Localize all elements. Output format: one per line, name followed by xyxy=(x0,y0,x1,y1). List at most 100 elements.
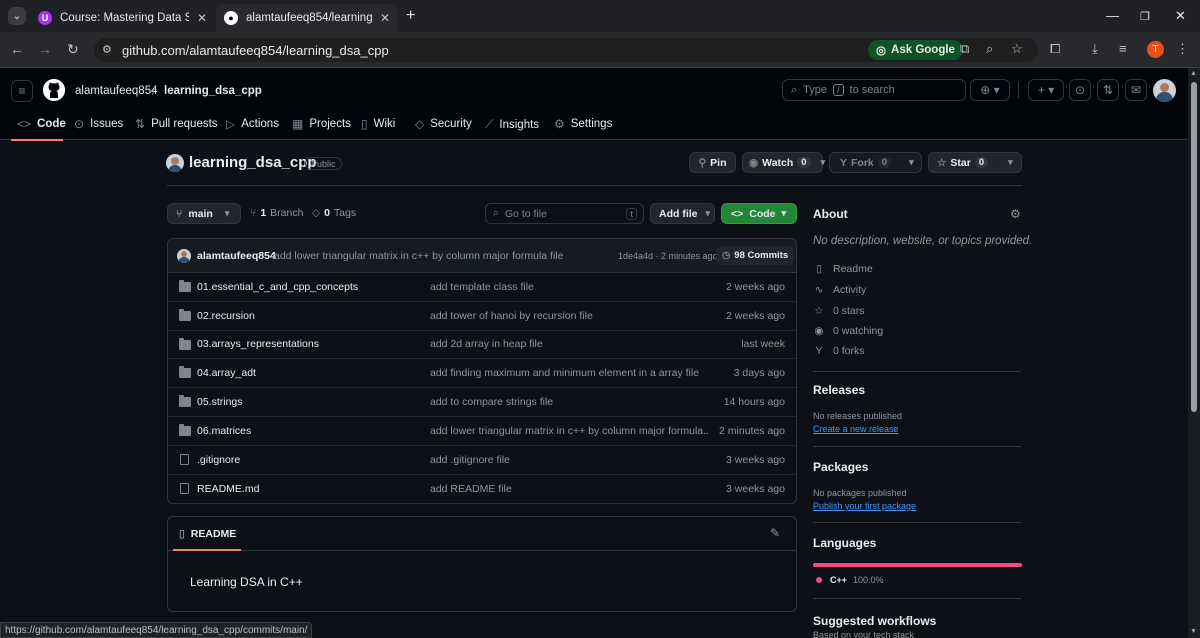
about-item[interactable]: Y 0 forks xyxy=(813,345,864,357)
commit-author[interactable]: alamtaufeeq854 xyxy=(197,250,276,262)
about-item[interactable]: ▯ Readme xyxy=(813,263,873,275)
minimize-icon[interactable]: — xyxy=(1106,8,1119,23)
file-name-link[interactable]: 06.matrices xyxy=(197,425,251,437)
pin-button[interactable]: ⚲ Pin xyxy=(689,152,736,173)
menu-icon[interactable]: ⋮ xyxy=(1176,41,1189,57)
profile-avatar[interactable]: T xyxy=(1147,41,1164,58)
back-icon[interactable]: ← xyxy=(10,41,24,57)
browser-tab-course[interactable]: U Course: Mastering Data Structu ✕ xyxy=(30,4,215,32)
readme-tab[interactable]: ▯ README xyxy=(179,528,236,540)
tab-settings[interactable]: ⚙ Settings xyxy=(554,117,612,131)
user-avatar[interactable] xyxy=(1153,79,1176,102)
file-row[interactable]: 03.arrays_representations add 2d array in… xyxy=(168,331,796,360)
forward-icon[interactable]: → xyxy=(38,41,52,57)
tab-search-button[interactable]: ⌄ xyxy=(8,7,26,25)
restore-icon[interactable]: ❐ xyxy=(1140,10,1150,23)
install-icon[interactable]: ⧉ xyxy=(960,41,969,57)
fork-button[interactable]: Y Fork 0 ▾ xyxy=(829,152,922,173)
close-icon[interactable]: ✕ xyxy=(197,11,207,25)
reload-icon[interactable]: ↻ xyxy=(67,41,79,58)
bookmark-star-icon[interactable]: ☆ xyxy=(1011,41,1023,57)
file-commit-message[interactable]: add .gitignore file xyxy=(430,454,510,466)
close-icon[interactable]: ✕ xyxy=(380,11,390,25)
code-button[interactable]: <> Code ▾ xyxy=(721,203,797,224)
scrollbar-thumb[interactable] xyxy=(1191,82,1197,412)
file-commit-message[interactable]: add finding maximum and minimum element … xyxy=(430,367,699,379)
file-name-link[interactable]: 01.essential_c_and_cpp_concepts xyxy=(197,281,358,293)
site-info-icon[interactable]: ⚙ xyxy=(102,43,112,56)
file-commit-message[interactable]: add 2d array in heap file xyxy=(430,338,543,350)
browser-tab-github[interactable]: ● alamtaufeeq854/learning_dsa_c ✕ xyxy=(216,4,398,32)
scroll-down-icon[interactable]: ▼ xyxy=(1190,628,1197,635)
commit-message[interactable]: add lower triangular matrix in c++ by co… xyxy=(274,250,563,262)
window-close-icon[interactable]: ✕ xyxy=(1175,8,1186,24)
edit-pencil-icon[interactable]: ✎ xyxy=(770,526,780,540)
hamburger-menu-icon[interactable]: ≡ xyxy=(11,80,33,102)
commit-meta[interactable]: 1de4a4d · 2 minutes ago xyxy=(618,251,718,261)
about-item[interactable]: ∿ Activity xyxy=(813,284,867,296)
scroll-up-icon[interactable]: ▲ xyxy=(1190,70,1197,77)
file-row[interactable]: 05.strings add to compare strings file 14 … xyxy=(168,388,796,417)
file-commit-message[interactable]: add to compare strings file xyxy=(430,396,553,408)
packages-heading[interactable]: Packages xyxy=(813,460,868,474)
star-button[interactable]: ☆ Star 0 ▾ xyxy=(928,152,1022,173)
tab-issues[interactable]: ⊙ Issues xyxy=(74,117,123,131)
file-commit-message[interactable]: add lower triangular matrix in c++ by co… xyxy=(430,425,708,437)
file-name-link[interactable]: 05.strings xyxy=(197,396,243,408)
file-name-link[interactable]: 02.recursion xyxy=(197,310,255,322)
extensions-icon[interactable]: ⧠ xyxy=(1050,41,1060,57)
zoom-icon[interactable]: ⌕ xyxy=(986,41,993,57)
file-name-link[interactable]: 03.arrays_representations xyxy=(197,338,319,350)
go-to-file-input[interactable]: ⌕ Go to file t xyxy=(485,203,644,224)
repo-owner-link[interactable]: alamtaufeeq854 xyxy=(75,85,157,97)
file-name-link[interactable]: README.md xyxy=(197,483,259,495)
tab-code[interactable]: <> Code xyxy=(17,117,66,131)
file-row[interactable]: 02.recursion add tower of hanoi by recurs… xyxy=(168,302,796,331)
file-row[interactable]: 04.array_adt add finding maximum and mini… xyxy=(168,359,796,389)
search-input[interactable]: ⌕ Type / to search xyxy=(782,79,966,101)
branches-link[interactable]: ⑂ 1 Branch xyxy=(250,207,303,219)
commits-history-button[interactable]: ◷ 98 Commits xyxy=(716,246,795,265)
file-commit-message[interactable]: add tower of hanoi by recursion file xyxy=(430,310,593,322)
language-item[interactable]: C++ 100.0% xyxy=(816,575,884,585)
new-tab-button[interactable]: + xyxy=(406,7,415,25)
file-row[interactable]: .gitignore add .gitignore file 3 weeks ago xyxy=(168,446,796,475)
file-commit-message[interactable]: add README file xyxy=(430,483,512,495)
inbox-icon[interactable]: ✉ xyxy=(1125,79,1147,101)
ask-google-button[interactable]: ◎ Ask Google xyxy=(868,40,963,60)
file-row[interactable]: 01.essential_c_and_cpp_concepts add templ… xyxy=(168,273,796,302)
file-row[interactable]: 06.matrices add lower triangular matrix i… xyxy=(168,417,796,446)
github-logo-icon[interactable] xyxy=(43,79,65,101)
publish-package-link[interactable]: Publish your first package xyxy=(813,501,916,511)
add-file-button[interactable]: Add file ▾ xyxy=(650,203,715,224)
releases-heading[interactable]: Releases xyxy=(813,383,865,397)
file-name-link[interactable]: .gitignore xyxy=(197,454,240,466)
create-new-button[interactable]: + ▾ xyxy=(1028,79,1064,101)
about-item[interactable]: ☆ 0 stars xyxy=(813,305,864,317)
tab-actions[interactable]: ▷ Actions xyxy=(226,117,279,131)
create-release-link[interactable]: Create a new release xyxy=(813,424,899,434)
media-icon[interactable]: ≡ xyxy=(1119,41,1127,56)
chevron-down-icon[interactable]: ▾ xyxy=(909,157,914,168)
download-icon[interactable]: ⤓ xyxy=(1092,41,1098,57)
repo-title[interactable]: learning_dsa_cpp xyxy=(189,154,317,171)
file-name-link[interactable]: 04.array_adt xyxy=(197,367,256,379)
chevron-down-icon[interactable]: ▾ xyxy=(1008,157,1013,168)
chevron-down-icon[interactable]: ▾ xyxy=(821,157,826,168)
file-commit-message[interactable]: add template class file xyxy=(430,281,534,293)
tab-pull-requests[interactable]: ⇅ Pull requests xyxy=(135,117,218,131)
gear-icon[interactable]: ⚙ xyxy=(1010,207,1021,221)
watch-button[interactable]: ◉ Watch 0 ▾ xyxy=(742,152,826,173)
commit-author-avatar[interactable] xyxy=(177,249,191,263)
tags-link[interactable]: ◇ 0 Tags xyxy=(312,207,356,219)
about-item[interactable]: ◉ 0 watching xyxy=(813,325,883,337)
issues-icon[interactable]: ⊙ xyxy=(1069,79,1091,101)
tab-security[interactable]: ◇ Security xyxy=(415,117,472,131)
tab-projects[interactable]: ▦ Projects xyxy=(292,117,351,131)
file-row[interactable]: README.md add README file 3 weeks ago xyxy=(168,475,796,503)
branch-selector[interactable]: ⑂ main ▾ xyxy=(167,203,241,224)
copilot-button[interactable]: ⊕ ▾ xyxy=(970,79,1010,101)
pull-requests-icon[interactable]: ⇅ xyxy=(1097,79,1119,101)
repo-name-link[interactable]: learning_dsa_cpp xyxy=(164,85,262,97)
tab-insights[interactable]: ⟋ Insights xyxy=(485,117,539,132)
